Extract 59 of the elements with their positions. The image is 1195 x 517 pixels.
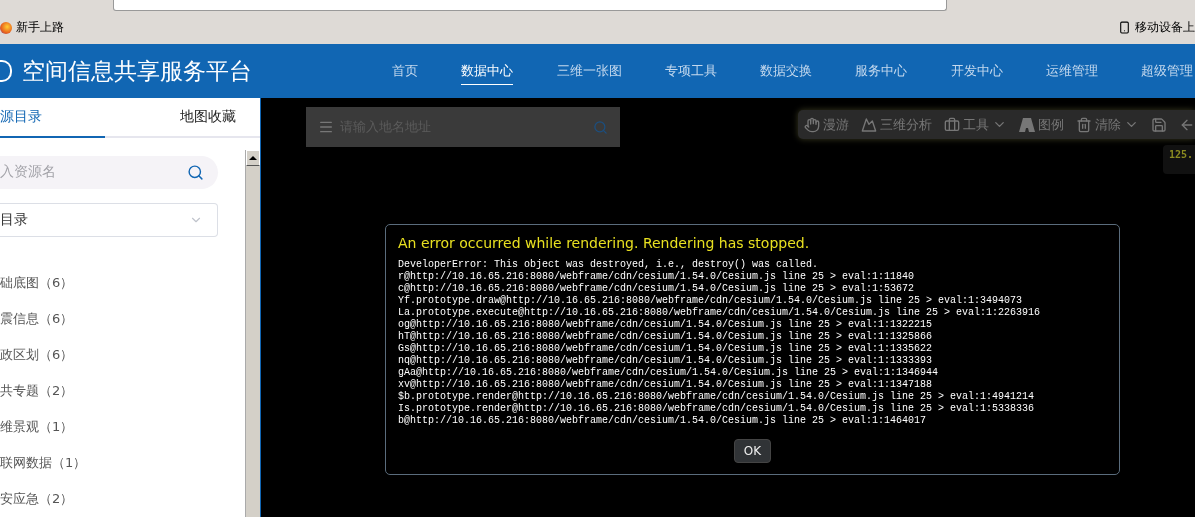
save-button[interactable] (1151, 116, 1167, 133)
stack-trace-line: $b.prototype.render@http://10.16.65.216:8080/webframe/cdn/cesium/1.54.0/Cesium.js line 25 > eval:1:4941214 (398, 391, 1036, 403)
bookmark-link[interactable]: 移动设备上 (1118, 19, 1195, 36)
search-icon (187, 163, 204, 181)
scrollbar[interactable] (245, 150, 260, 517)
catalog-item[interactable]: 震信息（6） (0, 301, 218, 337)
nav-link[interactable]: 开发中心 (950, 57, 1003, 85)
bookmark-link[interactable]: 新手上路 (0, 19, 64, 36)
sidebar-tab[interactable]: 源目录 (0, 98, 105, 138)
nav-link[interactable]: 数据交换 (760, 57, 812, 85)
logo-icon (0, 60, 12, 82)
nav-link[interactable]: 数据中心 (461, 57, 514, 85)
stack-trace-line: hT@http://10.16.65.216:8080/webframe/cdn/cesium/1.54.0/Cesium.js line 25 > eval:1:1325866 (398, 331, 934, 343)
search-field[interactable]: 入资源名 (0, 156, 218, 189)
ok-button[interactable]: OK (733, 439, 772, 463)
phone-icon (1118, 21, 1131, 34)
stack-trace-line: La.prototype.execute@http://10.16.65.216:8080/webframe/cdn/cesium/1.54.0/Cesium.js line 25 > eval:1:2263916 (398, 307, 1042, 319)
nav-link[interactable]: 服务中心 (855, 57, 908, 85)
stack-trace-line: b@http://10.16.65.216:8080/webframe/cdn/cesium/1.54.0/Cesium.js line 25 > eval:1:1464017 (398, 415, 928, 427)
catalog-dropdown[interactable]: 目录 (0, 202, 218, 237)
stack-trace-line: gAa@http://10.16.65.216:8080/webframe/cdn/cesium/1.54.0/Cesium.js line 25 > eval:1:1346944 (398, 367, 940, 379)
nav-link[interactable]: 运维管理 (1045, 57, 1098, 85)
stack-trace-line: DeveloperError: This object was destroyed, i.e., destroy() was called. (398, 259, 820, 271)
trash-icon (1076, 116, 1092, 133)
stack-trace-line: xv@http://10.16.65.216:8080/webframe/cdn/cesium/1.54.0/Cesium.js line 25 > eval:1:1347188 (398, 379, 934, 391)
stack-trace-line: Gs@http://10.16.65.216:8080/webframe/cdn/cesium/1.54.0/Cesium.js line 25 > eval:1:1335622 (398, 343, 934, 355)
catalog-item[interactable]: 础底图（6） (0, 265, 218, 301)
mountain-icon (861, 116, 877, 133)
stack-trace-line: nq@http://10.16.65.216:8080/webframe/cdn/cesium/1.54.0/Cesium.js line 25 > eval:1:1333393 (398, 355, 934, 367)
toolbar-button[interactable]: 工具 (944, 115, 1007, 134)
error-title: An error occurred while rendering. Rendering has stopped. (398, 235, 811, 251)
toolbar-button[interactable]: 清除 (1076, 115, 1139, 134)
catalog-item[interactable]: 安应急（2） (0, 481, 218, 517)
sidebar-tab[interactable]: 地图收藏 (105, 98, 260, 138)
stack-trace-line: Yf.prototype.draw@http://10.16.65.216:8080/webframe/cdn/cesium/1.54.0/Cesium.js line 25 > eval:1:3494073 (398, 295, 1024, 307)
stack-trace-line: og@http://10.16.65.216:8080/webframe/cdn/cesium/1.54.0/Cesium.js line 25 > eval:1:1322215 (398, 319, 934, 331)
toolbar-button[interactable]: 三维分析 (861, 115, 932, 134)
catalog-item[interactable]: 维景观（1） (0, 409, 218, 445)
catalog-item[interactable]: 联网数据（1） (0, 445, 218, 481)
hand-icon (804, 116, 820, 133)
stack-trace-line: r@http://10.16.65.216:8080/webframe/cdn/cesium/1.54.0/Cesium.js line 25 > eval:1:11840 (398, 271, 916, 283)
nav-link[interactable]: 超级管理 (1141, 57, 1193, 85)
stack-trace-line: c@http://10.16.65.216:8080/webframe/cdn/cesium/1.54.0/Cesium.js line 25 > eval:1:53672 (398, 283, 916, 295)
address-bar[interactable] (113, 0, 947, 11)
toolbar-button[interactable]: 图例 (1019, 115, 1064, 134)
firefox-icon (0, 21, 12, 34)
toolbar-button[interactable]: 漫游 (804, 115, 849, 134)
catalog-item[interactable]: 政区划（6） (0, 337, 218, 373)
catalog-item[interactable]: 共专题（2） (0, 373, 218, 409)
nav-link[interactable]: 首页 (392, 57, 418, 85)
coordinate-readout: 125. (1162, 145, 1195, 174)
app-title: 空间信息共享服务平台 (22, 56, 253, 86)
search-icon (593, 119, 608, 135)
nav-link[interactable]: 三维一张图 (556, 57, 622, 85)
nav-link[interactable]: 专项工具 (664, 57, 717, 85)
stack-trace-line: Is.prototype.render@http://10.16.65.216:8080/webframe/cdn/cesium/1.54.0/Cesium.js line 25 > eval:1:5338336 (398, 403, 1036, 415)
briefcase-icon (944, 116, 960, 133)
road-icon (1019, 117, 1035, 132)
menu-icon (318, 119, 334, 135)
